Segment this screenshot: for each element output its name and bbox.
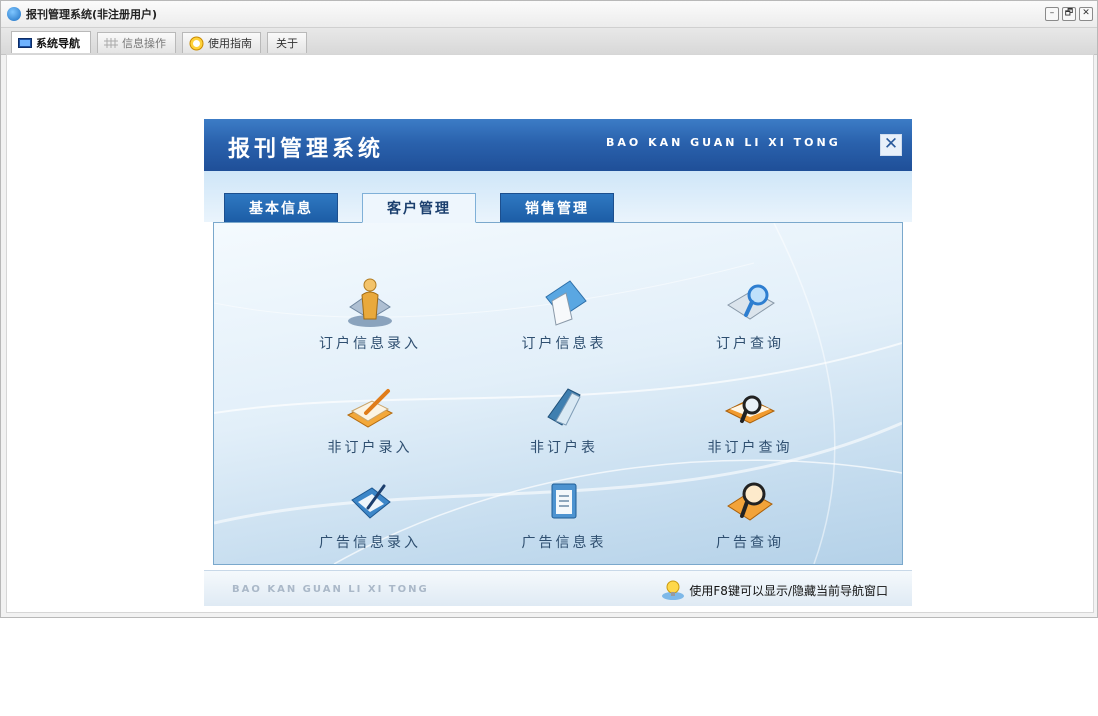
menu-stage: 订户信息录入 订户信息表 订户查询 非订户录入 非订户表 非订户查询 广告信息录…: [213, 222, 903, 565]
menu-item-ad-table[interactable]: 广告信息表: [489, 474, 639, 564]
tab-label: 信息操作: [122, 37, 166, 50]
menu-item-nonsubscriber-table[interactable]: 非订户表: [489, 379, 639, 469]
menu-item-nonsubscriber-query[interactable]: 非订户查询: [675, 379, 825, 469]
tab-label: 系统导航: [36, 36, 80, 50]
app-logo-icon: [7, 7, 21, 21]
tab-user-guide[interactable]: 使用指南: [182, 32, 261, 53]
tab-system-navigation[interactable]: 系统导航: [11, 31, 91, 53]
clipboard-pen-icon: [351, 484, 391, 519]
menu-item-label: 非订户查询: [707, 440, 793, 456]
panel-footer: BAO KAN GUAN LI XI TONG 使用F8键可以显示/隐藏当前导航…: [204, 570, 912, 606]
monitor-icon: [18, 37, 32, 48]
help-face-icon: [189, 36, 204, 50]
person-icon: [348, 278, 392, 327]
magnifier-icon: [727, 284, 775, 320]
tab-info-operation[interactable]: 信息操作: [97, 32, 176, 53]
panel-subtitle: BAO KAN GUAN LI XI TONG: [606, 136, 841, 149]
menu-item-label: 广告查询: [716, 535, 784, 551]
close-button[interactable]: ✕: [1079, 7, 1093, 21]
menu-item-ad-query[interactable]: 广告查询: [675, 474, 825, 564]
minimize-button[interactable]: –: [1045, 7, 1059, 21]
menu-item-label: 非订户录入: [327, 440, 413, 456]
window-controls: – 🗗 ✕: [1045, 7, 1093, 21]
tab-sales-management[interactable]: 销售管理: [500, 193, 614, 223]
navigation-panel: 报刊管理系统 BAO KAN GUAN LI XI TONG ✕ 基本信息 客户…: [204, 119, 912, 606]
footer-tip: 使用F8键可以显示/隐藏当前导航窗口: [661, 579, 888, 601]
notebook-pen-icon: [346, 389, 394, 428]
menu-item-label: 广告信息录入: [319, 535, 421, 551]
footer-tip-text: 使用F8键可以显示/隐藏当前导航窗口: [689, 583, 888, 598]
menu-item-ad-entry[interactable]: 广告信息录入: [295, 474, 445, 564]
notepad-icon: [547, 388, 581, 426]
tab-label: 使用指南: [208, 37, 252, 50]
tab-label: 关于: [276, 37, 298, 50]
menu-item-subscriber-query[interactable]: 订户查询: [675, 275, 825, 365]
tab-customer-management[interactable]: 客户管理: [362, 193, 476, 223]
menu-item-label: 订户信息录入: [319, 336, 421, 352]
menu-item-nonsubscriber-entry[interactable]: 非订户录入: [295, 379, 445, 469]
document-icon: [545, 280, 587, 326]
window-title: 报刊管理系统(非注册用户): [26, 8, 158, 21]
restore-button[interactable]: 🗗: [1062, 7, 1076, 21]
lightbulb-icon: [662, 580, 685, 600]
footer-subtitle: BAO KAN GUAN LI XI TONG: [232, 584, 429, 595]
menu-item-label: 非订户表: [530, 440, 598, 456]
panel-title: 报刊管理系统: [228, 137, 385, 162]
panel-close-button[interactable]: ✕: [880, 134, 902, 156]
magnifier-book-icon: [724, 395, 776, 424]
menu-item-label: 广告信息表: [521, 535, 607, 551]
clipboard-list-icon: [551, 483, 577, 519]
app-tabstrip: 系统导航 信息操作 使用指南 关于: [1, 27, 1097, 55]
grid-icon: [104, 38, 118, 48]
titlebar: 报刊管理系统(非注册用户) – 🗗 ✕: [1, 1, 1097, 27]
menu-item-subscriber-entry[interactable]: 订户信息录入: [295, 275, 445, 365]
menu-item-label: 订户信息表: [521, 336, 607, 352]
panel-banner: 报刊管理系统 BAO KAN GUAN LI XI TONG ✕: [204, 119, 912, 171]
tab-basic-info[interactable]: 基本信息: [224, 193, 338, 223]
menu-item-label: 订户查询: [716, 336, 784, 352]
magnifier-orange-icon: [727, 482, 773, 521]
menu-item-subscriber-table[interactable]: 订户信息表: [489, 275, 639, 365]
tab-about[interactable]: 关于: [267, 32, 307, 53]
